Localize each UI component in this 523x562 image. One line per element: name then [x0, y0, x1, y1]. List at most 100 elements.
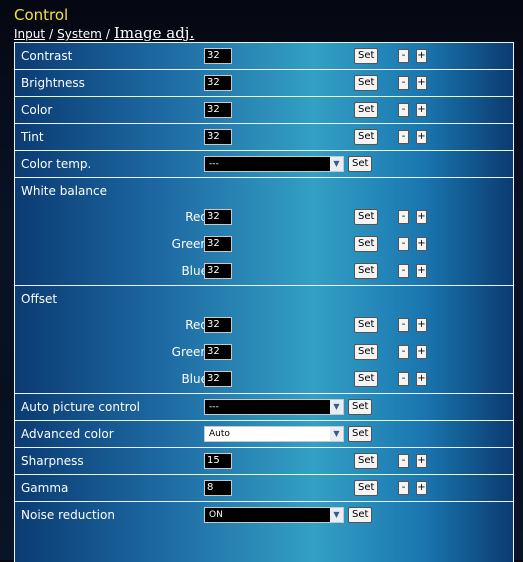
brightness-decrease-button[interactable]: -: [398, 76, 409, 90]
sharpness-decrease-button[interactable]: -: [398, 454, 409, 468]
chevron-down-icon[interactable]: ▼: [330, 157, 343, 171]
noise-reduction-row: Noise reduction ON ▼ Set: [15, 501, 513, 528]
color-temp-value: ---: [209, 159, 219, 169]
color-input[interactable]: 32: [204, 102, 232, 118]
offset-blue-input[interactable]: 32: [204, 371, 232, 387]
white-balance-red-input[interactable]: 32: [204, 209, 232, 225]
sharpness-input[interactable]: 15: [204, 453, 232, 469]
gamma-input[interactable]: 8: [204, 480, 232, 496]
offset-row: Offset: [15, 285, 513, 312]
contrast-decrease-button[interactable]: -: [398, 49, 409, 63]
gamma-set-button[interactable]: Set: [354, 480, 379, 496]
offset-green-row: Green 32 Set - +: [15, 339, 513, 366]
offset-blue-row: Blue 32 Set - +: [15, 366, 513, 393]
color-decrease-button[interactable]: -: [398, 103, 409, 117]
noise-reduction-select[interactable]: ON ▼: [204, 507, 344, 523]
offset-red-row: Red 32 Set - +: [15, 312, 513, 339]
white-balance-row: White balance: [15, 177, 513, 204]
contrast-set-button[interactable]: Set: [354, 48, 379, 64]
color-increase-button[interactable]: +: [416, 103, 427, 117]
offset-red-decrease-button[interactable]: -: [398, 318, 409, 332]
color-temp-row: Color temp. --- ▼ Set: [15, 150, 513, 177]
white-balance-green-row: Green 32 Set - +: [15, 231, 513, 258]
white-balance-blue-increase-button[interactable]: +: [416, 264, 427, 278]
tint-increase-button[interactable]: +: [416, 130, 427, 144]
brightness-label: Brightness: [21, 76, 85, 90]
offset-label: Offset: [21, 292, 58, 306]
white-balance-green-decrease-button[interactable]: -: [398, 237, 409, 251]
offset-green-input[interactable]: 32: [204, 344, 232, 360]
color-temp-set-button[interactable]: Set: [348, 156, 373, 172]
contrast-label: Contrast: [21, 49, 73, 63]
auto-picture-select[interactable]: --- ▼: [204, 399, 344, 415]
page-title: Control: [14, 6, 69, 24]
auto-picture-value: ---: [209, 402, 219, 412]
auto-picture-row: Auto picture control --- ▼ Set: [15, 393, 513, 420]
offset-green-set-button[interactable]: Set: [354, 344, 379, 360]
gamma-row: Gamma 8 Set - +: [15, 474, 513, 501]
breadcrumb-separator: /: [49, 27, 54, 41]
brightness-input[interactable]: 32: [204, 75, 232, 91]
white-balance-blue-set-button[interactable]: Set: [354, 263, 379, 279]
noise-reduction-value: ON: [209, 510, 223, 520]
advanced-color-value: Auto: [209, 429, 230, 439]
advanced-color-set-button[interactable]: Set: [348, 426, 373, 442]
white-balance-green-label: Green: [171, 237, 208, 251]
offset-green-increase-button[interactable]: +: [416, 345, 427, 359]
noise-reduction-set-button[interactable]: Set: [348, 507, 373, 523]
offset-red-set-button[interactable]: Set: [354, 317, 379, 333]
tint-input[interactable]: 32: [204, 129, 232, 145]
tint-row: Tint 32 Set - +: [15, 123, 513, 150]
sharpness-row: Sharpness 15 Set - +: [15, 447, 513, 474]
offset-blue-set-button[interactable]: Set: [354, 371, 379, 387]
tint-label: Tint: [21, 130, 44, 144]
offset-red-increase-button[interactable]: +: [416, 318, 427, 332]
white-balance-green-increase-button[interactable]: +: [416, 237, 427, 251]
color-set-button[interactable]: Set: [354, 102, 379, 118]
chevron-down-icon[interactable]: ▼: [330, 427, 343, 441]
breadcrumb-system-link[interactable]: System: [57, 27, 102, 41]
brightness-row: Brightness 32 Set - +: [15, 69, 513, 96]
white-balance-label: White balance: [21, 184, 107, 198]
breadcrumb-current: Image adj.: [113, 24, 195, 42]
white-balance-red-decrease-button[interactable]: -: [398, 210, 409, 224]
sharpness-label: Sharpness: [21, 454, 84, 468]
offset-green-label: Green: [171, 345, 208, 359]
gamma-increase-button[interactable]: +: [416, 481, 427, 495]
offset-green-decrease-button[interactable]: -: [398, 345, 409, 359]
white-balance-red-row: Red 32 Set - +: [15, 204, 513, 231]
white-balance-green-input[interactable]: 32: [204, 236, 232, 252]
offset-red-input[interactable]: 32: [204, 317, 232, 333]
chevron-down-icon[interactable]: ▼: [330, 400, 343, 414]
advanced-color-select[interactable]: Auto ▼: [204, 426, 344, 442]
chevron-down-icon[interactable]: ▼: [330, 508, 343, 522]
white-balance-red-set-button[interactable]: Set: [354, 209, 379, 225]
advanced-color-label: Advanced color: [21, 427, 114, 441]
breadcrumb-separator: /: [105, 27, 110, 41]
white-balance-green-set-button[interactable]: Set: [354, 236, 379, 252]
white-balance-red-increase-button[interactable]: +: [416, 210, 427, 224]
gamma-decrease-button[interactable]: -: [398, 481, 409, 495]
gamma-label: Gamma: [21, 481, 69, 495]
brightness-increase-button[interactable]: +: [416, 76, 427, 90]
contrast-input[interactable]: 32: [204, 48, 232, 64]
color-row: Color 32 Set - +: [15, 96, 513, 123]
advanced-color-row: Advanced color Auto ▼ Set: [15, 420, 513, 447]
noise-reduction-label: Noise reduction: [21, 508, 115, 522]
auto-picture-set-button[interactable]: Set: [348, 399, 373, 415]
breadcrumb: Input / System / Image adj.: [14, 24, 194, 42]
brightness-set-button[interactable]: Set: [354, 75, 379, 91]
tint-set-button[interactable]: Set: [354, 129, 379, 145]
color-temp-select[interactable]: --- ▼: [204, 156, 344, 172]
color-temp-label: Color temp.: [21, 157, 92, 171]
sharpness-increase-button[interactable]: +: [416, 454, 427, 468]
offset-blue-increase-button[interactable]: +: [416, 372, 427, 386]
contrast-row: Contrast 32 Set - +: [15, 42, 513, 69]
white-balance-blue-input[interactable]: 32: [204, 263, 232, 279]
sharpness-set-button[interactable]: Set: [354, 453, 379, 469]
breadcrumb-input-link[interactable]: Input: [14, 27, 45, 41]
offset-blue-decrease-button[interactable]: -: [398, 372, 409, 386]
white-balance-blue-decrease-button[interactable]: -: [398, 264, 409, 278]
tint-decrease-button[interactable]: -: [398, 130, 409, 144]
contrast-increase-button[interactable]: +: [416, 49, 427, 63]
